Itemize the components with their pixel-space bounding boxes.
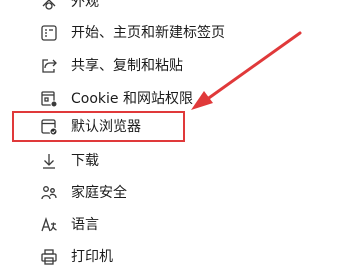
menu-item-label: Cookie 和网站权限 (71, 91, 193, 107)
menu-item-label: 下载 (71, 153, 99, 169)
language-icon (38, 214, 60, 236)
menu-item-start-home-newtab[interactable]: 开始、主页和新建标签页 (38, 19, 338, 47)
menu-item-family-safety[interactable]: 家庭安全 (38, 179, 338, 207)
menu-item-downloads[interactable]: 下载 (38, 147, 338, 175)
menu-item-languages[interactable]: 语言 (38, 211, 338, 239)
menu-item-default-browser[interactable]: 默认浏览器 (38, 113, 338, 141)
menu-item-label: 打印机 (71, 249, 113, 265)
menu-item-cookie-site-permissions[interactable]: Cookie 和网站权限 (38, 85, 338, 113)
menu-item-share-copy-paste[interactable]: 共享、复制和粘贴 (38, 52, 338, 80)
default-browser-icon (38, 116, 60, 138)
start-home-newtab-icon (38, 22, 60, 44)
appearance-icon (38, 0, 60, 13)
menu-item-label: 家庭安全 (71, 185, 127, 201)
family-safety-icon (38, 182, 60, 204)
download-icon (38, 150, 60, 172)
menu-item-label: 开始、主页和新建标签页 (71, 25, 225, 41)
menu-item-label: 外观 (71, 0, 99, 10)
menu-item-label: 默认浏览器 (71, 119, 141, 135)
menu-item-label: 共享、复制和粘贴 (71, 58, 183, 74)
share-icon (38, 55, 60, 77)
printer-icon (38, 246, 60, 268)
menu-item-printers[interactable]: 打印机 (38, 243, 338, 271)
cookie-site-permissions-icon (38, 88, 60, 110)
menu-item-label: 语言 (71, 217, 99, 233)
settings-menu: 外观 开始、主页和新建标签页 共享、复制和粘贴 Cookie 和网站权限 默认浏… (0, 0, 360, 280)
menu-item-appearance[interactable]: 外观 (38, 0, 338, 16)
